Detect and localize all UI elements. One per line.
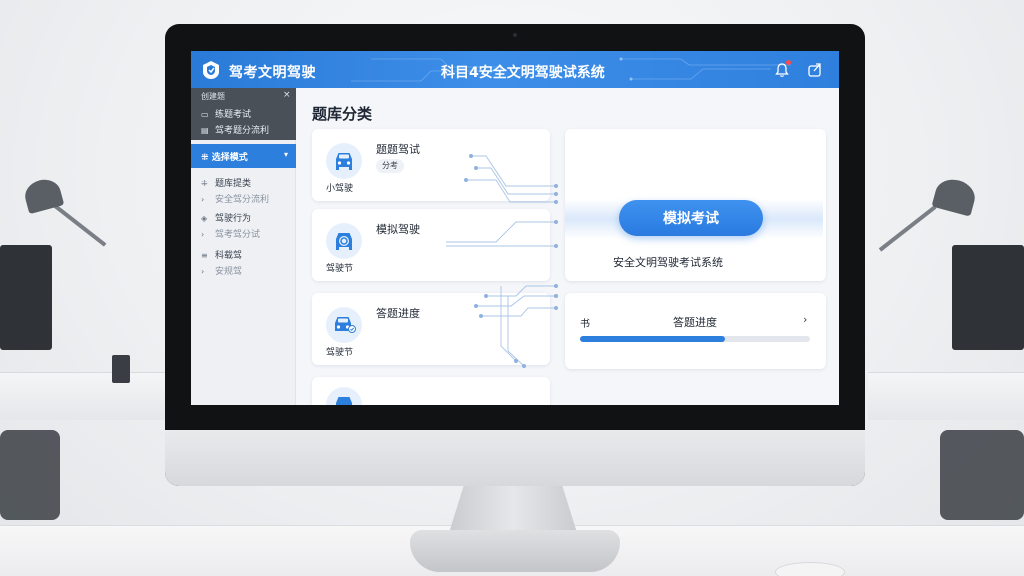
sidebar-item-select-mode[interactable]: ⁜ 选择模式 ▾ bbox=[191, 144, 296, 168]
sidebar-subitem-score[interactable]: › 驾考驾分试 bbox=[201, 227, 260, 240]
category-subtitle: 驾驶节 bbox=[326, 264, 354, 274]
category-tag: 分考 bbox=[376, 159, 404, 173]
progress-card[interactable]: 书 答题进度 › bbox=[565, 293, 826, 369]
car-icon bbox=[326, 387, 362, 405]
car-front-icon bbox=[326, 143, 362, 179]
category-subtitle: 驾驶节 bbox=[326, 348, 354, 358]
category-subtitle: 小驾驶 bbox=[326, 184, 354, 194]
sidebar-item-categories[interactable]: ▤ 驾考题分流利 bbox=[201, 123, 269, 136]
background-desk-right bbox=[868, 372, 1024, 420]
progress-track bbox=[580, 336, 810, 342]
monitor-stand-base bbox=[410, 530, 620, 572]
sidebar-item-label: 安规驾 bbox=[215, 267, 243, 277]
sidebar-item-label: 练题考试 bbox=[215, 110, 252, 120]
sidebar: 创建题 × ▭ 练题考试 ▤ 驾考题分流利 ⁜ 选择模式 ▾ ⁜ 题库提类 › 安全驾分… bbox=[191, 88, 296, 405]
background-chair-left bbox=[0, 430, 60, 520]
sidebar-item-label: 科载驾 bbox=[215, 251, 243, 261]
sidebar-item-label: ⁜ 选择模式 bbox=[201, 150, 248, 163]
export-icon[interactable] bbox=[806, 61, 824, 79]
sidebar-item-subject[interactable]: ≡ 科载驾 bbox=[201, 248, 242, 261]
sidebar-item-label: 驾考题分流利 bbox=[215, 126, 270, 136]
doc-icon: ▭ bbox=[201, 110, 209, 119]
close-icon[interactable]: × bbox=[283, 90, 291, 100]
logo-icon bbox=[203, 61, 219, 79]
page-title: 题库分类 bbox=[312, 105, 373, 123]
sidebar-header: 创建题 × ▭ 练题考试 ▤ 驾考题分流利 bbox=[191, 88, 296, 140]
card-icon: ▤ bbox=[201, 126, 209, 135]
background-chair-right bbox=[940, 430, 1024, 520]
grid-icon: ⁜ bbox=[201, 179, 208, 188]
arrow-icon: › bbox=[201, 267, 205, 276]
car-steer-icon bbox=[326, 223, 362, 259]
circuit-decoration bbox=[446, 154, 558, 368]
mouse bbox=[775, 562, 845, 576]
sidebar-item-behavior[interactable]: ◈ 驾驶行为 bbox=[201, 211, 251, 224]
sidebar-item-label: 题库提类 bbox=[215, 179, 252, 189]
background-cup bbox=[112, 355, 130, 383]
webcam-dot bbox=[513, 33, 517, 37]
sidebar-active-label: 选择模式 bbox=[211, 153, 248, 163]
notification-dot bbox=[786, 60, 791, 65]
sidebar-item-bank[interactable]: ⁜ 题库提类 bbox=[201, 176, 251, 189]
grid-icon: ⁜ bbox=[201, 153, 212, 163]
sidebar-item-practice[interactable]: ▭ 练题考试 bbox=[201, 107, 251, 120]
exam-caption: 安全文明驾驶考试系统 bbox=[613, 256, 723, 269]
app-title: 科目4安全文明驾驶试系统 bbox=[441, 65, 605, 81]
sidebar-item-label: 驾考驾分试 bbox=[215, 230, 261, 240]
category-card[interactable] bbox=[312, 377, 550, 405]
progress-label: 答题进度 bbox=[673, 316, 717, 329]
top-bar: 驾考文明驾驶 科目4安全文明驾驶试系统 bbox=[191, 51, 839, 88]
sidebar-subitem-rules[interactable]: › 安规驾 bbox=[201, 264, 242, 277]
chevron-right-icon[interactable]: › bbox=[803, 313, 807, 326]
background-desk-left bbox=[0, 372, 170, 420]
monitor-chin bbox=[165, 430, 865, 486]
sidebar-item-label: 驾驶行为 bbox=[215, 214, 252, 224]
app-screen: 驾考文明驾驶 科目4安全文明驾驶试系统 创建题 × ▭ 练题考试 ▤ 驾考题分流利 … bbox=[191, 51, 839, 405]
category-name: 题题驾试 bbox=[376, 143, 420, 156]
arrow-icon: › bbox=[201, 230, 205, 239]
tag-icon: ◈ bbox=[201, 214, 208, 223]
book-label: 书 bbox=[580, 319, 590, 330]
mock-exam-card: 模拟考试 安全文明驾驶考试系统 bbox=[565, 129, 826, 281]
sidebar-header-title: 创建题 bbox=[201, 92, 225, 101]
chevron-down-icon: ▾ bbox=[284, 150, 289, 159]
background-monitor-right bbox=[952, 245, 1024, 350]
sidebar-item-label: 安全驾分流利 bbox=[215, 195, 270, 205]
car-check-icon bbox=[326, 307, 362, 343]
category-name: 答题进度 bbox=[376, 307, 420, 320]
background-monitor-left bbox=[0, 245, 52, 350]
monitor-stand bbox=[448, 486, 578, 536]
category-name: 模拟驾驶 bbox=[376, 223, 420, 236]
progress-fill bbox=[580, 336, 725, 342]
arrow-icon: › bbox=[201, 195, 205, 204]
start-mock-exam-button[interactable]: 模拟考试 bbox=[619, 200, 763, 236]
sidebar-subitem-safety[interactable]: › 安全驾分流利 bbox=[201, 192, 269, 205]
brand-name: 驾考文明驾驶 bbox=[229, 65, 316, 81]
list-icon: ≡ bbox=[201, 251, 208, 260]
